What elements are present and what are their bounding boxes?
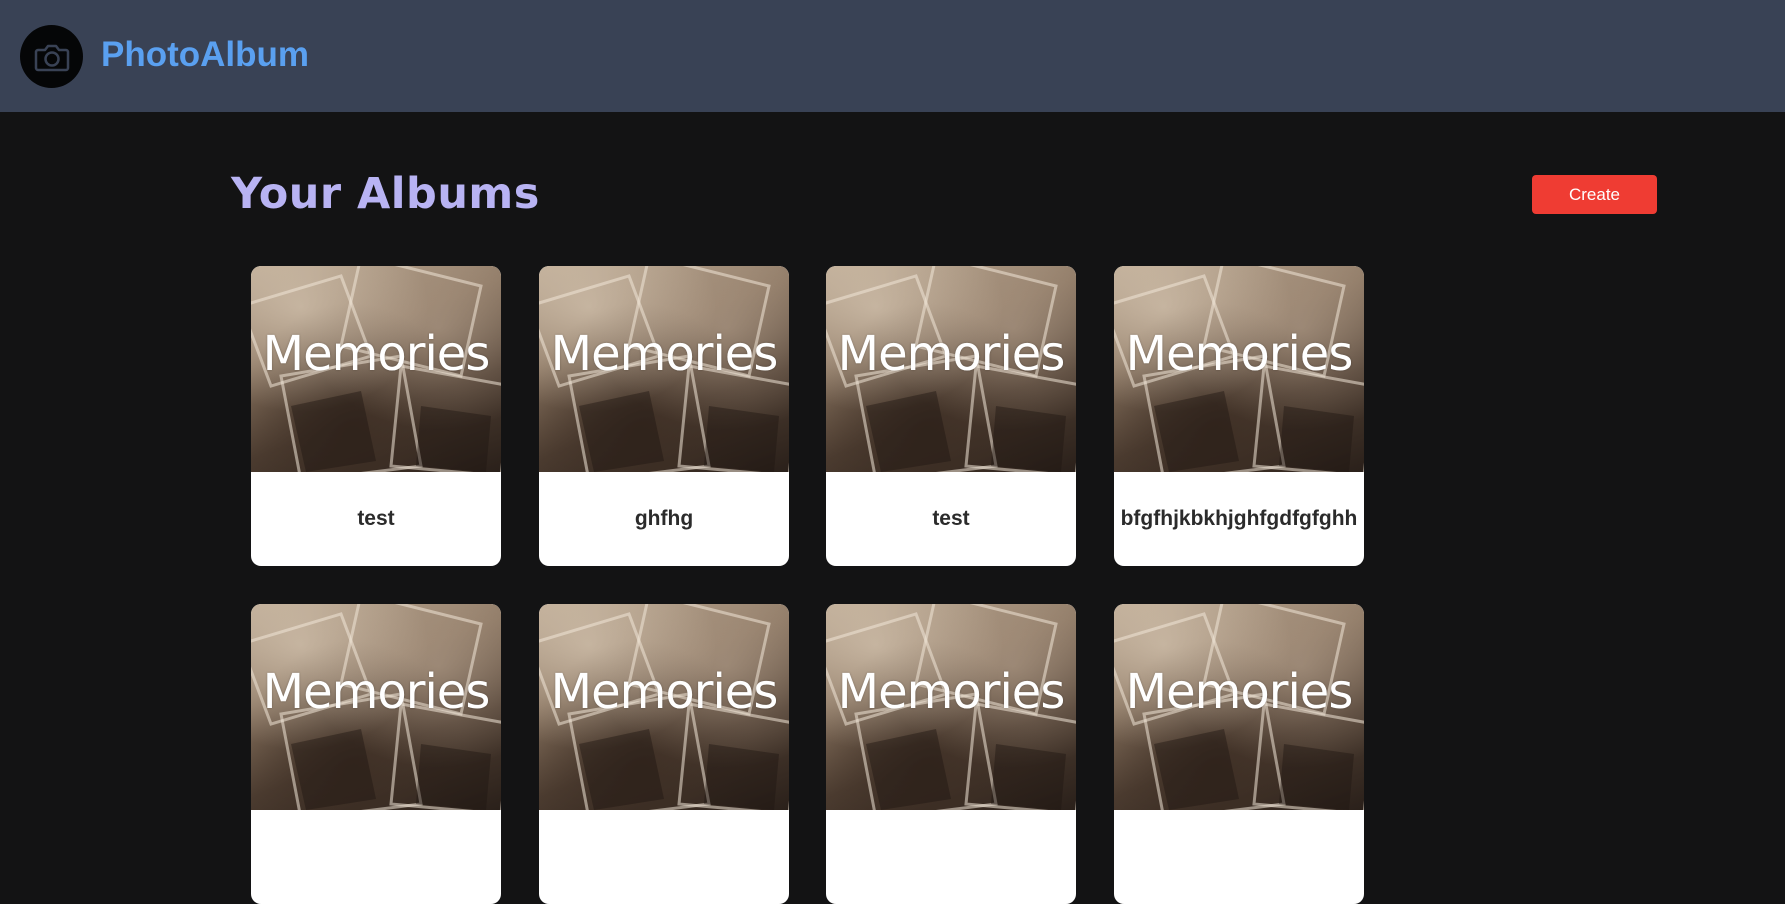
album-cover-text: Memories	[837, 326, 1066, 382]
album-cover-text: Memories	[262, 326, 491, 382]
album-card[interactable]: Memories	[539, 604, 789, 904]
album-name: bfgfhjkbkhjghfgdfgfghh	[1120, 507, 1358, 530]
album-card[interactable]: Memories bfgfhjkbkhjghfgdfgfghh	[1114, 266, 1364, 566]
album-cover-image: Memories	[1114, 266, 1364, 472]
album-cover-text: Memories	[1125, 664, 1354, 720]
album-cover-image: Memories	[826, 604, 1076, 810]
camera-icon	[34, 44, 69, 71]
album-cover-text: Memories	[837, 664, 1066, 720]
album-name	[826, 810, 1076, 904]
album-cover-image: Memories	[251, 604, 501, 810]
create-button[interactable]: Create	[1532, 175, 1657, 214]
logo[interactable]	[20, 25, 83, 88]
album-name: test	[357, 507, 395, 530]
navbar: PhotoAlbum	[0, 0, 1785, 112]
album-card[interactable]: Memories	[1114, 604, 1364, 904]
album-card[interactable]: Memories	[251, 604, 501, 904]
album-card[interactable]: Memories test	[251, 266, 501, 566]
album-cover-text: Memories	[550, 326, 779, 382]
album-cover-image: Memories	[826, 266, 1076, 472]
album-card[interactable]: Memories ghfhg	[539, 266, 789, 566]
album-name	[539, 810, 789, 904]
album-cover-image: Memories	[539, 604, 789, 810]
album-cover-image: Memories	[1114, 604, 1364, 810]
album-cover-text: Memories	[1125, 326, 1354, 382]
page-title: Your Albums	[231, 169, 540, 219]
album-cover-text: Memories	[550, 664, 779, 720]
album-name: test	[932, 507, 970, 530]
album-name: ghfhg	[634, 507, 694, 530]
album-name	[1114, 810, 1364, 904]
album-card[interactable]: Memories test	[826, 266, 1076, 566]
album-name	[251, 810, 501, 904]
album-cover-text: Memories	[262, 664, 491, 720]
album-card[interactable]: Memories	[826, 604, 1076, 904]
album-cover-image: Memories	[539, 266, 789, 472]
brand-title[interactable]: PhotoAlbum	[101, 34, 309, 76]
album-cover-image: Memories	[251, 266, 501, 472]
